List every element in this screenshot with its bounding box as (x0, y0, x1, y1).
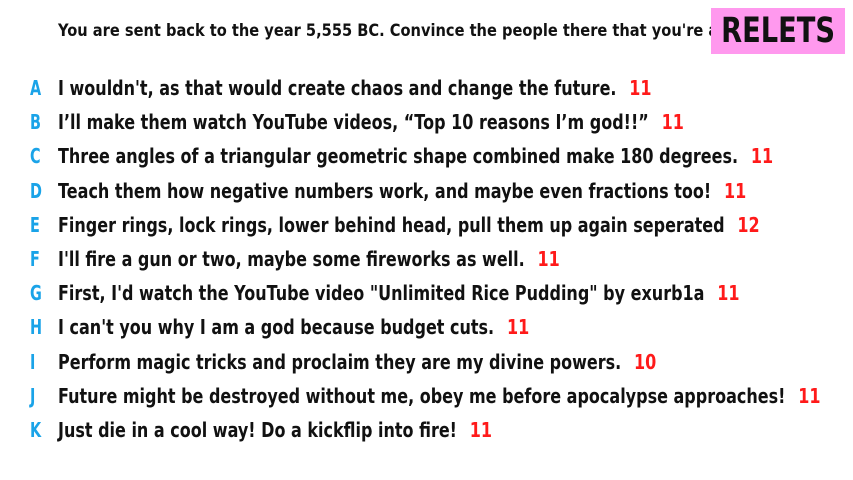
brand-badge: RELETS (711, 8, 845, 54)
answer-text: Future might be destroyed without me, ob… (58, 383, 786, 408)
answer-list: A I wouldn't, as that would create chaos… (0, 69, 853, 445)
question-prompt: You are sent back to the year 5,555 BC. … (58, 21, 760, 41)
brand-label: RELETS (720, 11, 836, 51)
answer-letter: C (30, 144, 41, 169)
answer-text: Three angles of a triangular geometric s… (58, 144, 739, 169)
answer-line: Finger rings, lock rings, lower behind h… (58, 213, 760, 237)
answer-text: Teach them how negative numbers work, an… (58, 178, 712, 203)
answer-score: 11 (750, 144, 774, 169)
answer-score: 10 (634, 349, 657, 374)
answer-letter: A (30, 76, 42, 100)
answer-line: I'll fire a gun or two, maybe some firew… (58, 247, 560, 271)
answer-text: I can't you why I am a god because budge… (58, 315, 495, 340)
answer-score: 11 (661, 110, 684, 135)
answer-line: I’ll make them watch YouTube videos, “To… (58, 110, 684, 134)
answer-line: Perform magic tricks and proclaim they a… (58, 350, 656, 374)
answer-score: 11 (717, 281, 740, 306)
answer-letter: G (30, 281, 42, 306)
answer-letter: F (30, 246, 40, 271)
answer-item: C Three angles of a triangular geometric… (0, 137, 853, 171)
answer-item: D Teach them how negative numbers work, … (0, 172, 853, 206)
answer-line: I can't you why I am a god because budge… (58, 315, 529, 339)
answer-line: Teach them how negative numbers work, an… (58, 179, 746, 203)
answer-line: I wouldn't, as that would create chaos a… (58, 76, 652, 100)
answer-item: H I can't you why I am a god because bud… (0, 308, 853, 342)
answer-text: Finger rings, lock rings, lower behind h… (58, 212, 725, 237)
answer-text: I wouldn't, as that would create chaos a… (58, 76, 617, 100)
answer-text: I’ll make them watch YouTube videos, “To… (58, 110, 649, 135)
answer-letter: D (30, 178, 42, 203)
answer-score: 11 (629, 76, 652, 100)
answer-score: 12 (737, 212, 760, 237)
answer-item: I Perform magic tricks and proclaim they… (0, 343, 853, 377)
answer-text: First, I'd watch the YouTube video "Unli… (58, 281, 705, 306)
answer-score: 11 (798, 383, 821, 408)
answer-letter: E (30, 212, 40, 237)
answer-line: First, I'd watch the YouTube video "Unli… (58, 281, 740, 305)
answer-letter: K (30, 417, 42, 442)
answer-text: Just die in a cool way! Do a kickflip in… (58, 417, 457, 442)
answer-item: K Just die in a cool way! Do a kickflip … (0, 411, 853, 445)
answer-text: Perform magic tricks and proclaim they a… (58, 349, 622, 374)
answer-letter: I (30, 349, 36, 374)
answer-letter: B (30, 110, 41, 135)
answer-item: G First, I'd watch the YouTube video "Un… (0, 274, 853, 308)
answer-item: E Finger rings, lock rings, lower behind… (0, 206, 853, 240)
answer-score: 11 (723, 178, 747, 203)
answer-letter: H (30, 315, 43, 340)
answer-score: 11 (537, 246, 560, 271)
answer-item: B I’ll make them watch YouTube videos, “… (0, 103, 853, 137)
answer-text: I'll fire a gun or two, maybe some firew… (58, 246, 525, 271)
answer-line: Just die in a cool way! Do a kickflip in… (58, 418, 492, 442)
answer-item: A I wouldn't, as that would create chaos… (0, 69, 853, 103)
answer-letter: J (30, 383, 36, 408)
answer-item: J Future might be destroyed without me, … (0, 377, 853, 411)
answer-score: 11 (506, 315, 530, 340)
answer-line: Three angles of a triangular geometric s… (58, 144, 773, 168)
answer-line: Future might be destroyed without me, ob… (58, 384, 821, 408)
answer-item: F I'll fire a gun or two, maybe some fir… (0, 240, 853, 274)
answer-score: 11 (469, 417, 493, 442)
